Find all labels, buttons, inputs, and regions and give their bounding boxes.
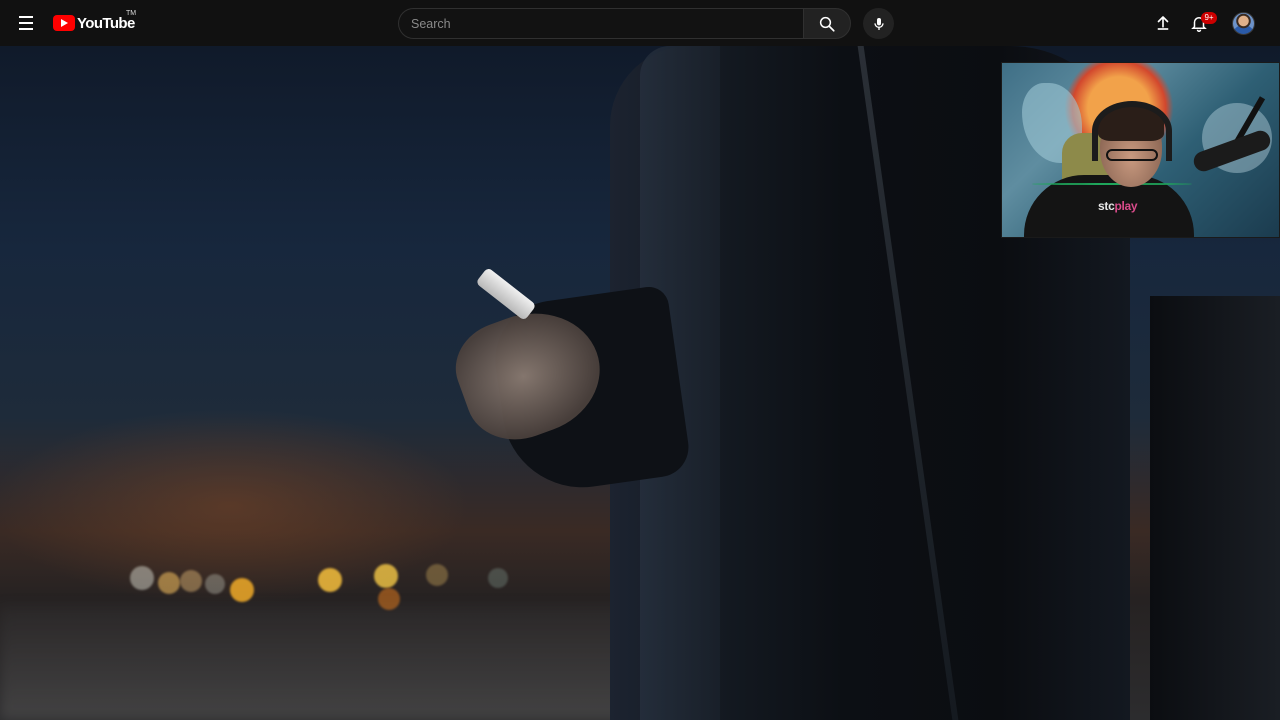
bokeh-light: [130, 566, 154, 590]
bokeh-light: [230, 578, 254, 602]
voice-search-button[interactable]: [863, 8, 894, 39]
bokeh-light: [374, 564, 398, 588]
account-avatar[interactable]: [1232, 12, 1255, 35]
create-upload-button[interactable]: [1152, 12, 1174, 34]
search-input[interactable]: [411, 16, 803, 31]
bokeh-light: [318, 568, 342, 592]
youtube-play-icon: [53, 15, 75, 31]
logo-trademark: TM: [126, 10, 137, 17]
shirt-logo-text: stc: [1098, 199, 1115, 213]
bokeh-light: [488, 568, 508, 588]
shirt-stripe: [1032, 183, 1192, 185]
bokeh-light: [426, 564, 448, 586]
menu-button[interactable]: [14, 11, 38, 35]
top-bar: YouTube TM 9+: [0, 0, 1280, 46]
shirt-logo-accent: play: [1114, 199, 1138, 213]
shirt-logo: stcplay: [1098, 199, 1138, 213]
menu-icon-line: [19, 28, 33, 30]
video-ground: [0, 606, 700, 720]
search-icon: [819, 16, 835, 32]
youtube-logo[interactable]: YouTube: [53, 13, 135, 33]
glasses: [1106, 149, 1158, 161]
bokeh-light: [205, 574, 225, 594]
logo-text: YouTube: [77, 14, 135, 32]
device-in-hand: [475, 267, 537, 321]
search-button[interactable]: [803, 8, 851, 39]
notification-count-badge: 9+: [1201, 12, 1217, 24]
bokeh-light: [158, 572, 180, 594]
upload-icon: [1157, 16, 1169, 30]
mic-icon: [873, 17, 884, 30]
bokeh-light: [378, 588, 400, 610]
bokeh-light: [180, 570, 202, 592]
search-box: [398, 8, 803, 39]
menu-icon-line: [19, 22, 33, 24]
right-shadow: [1150, 296, 1280, 720]
menu-icon-line: [19, 16, 33, 18]
webcam-overlay: stcplay: [1001, 62, 1280, 238]
